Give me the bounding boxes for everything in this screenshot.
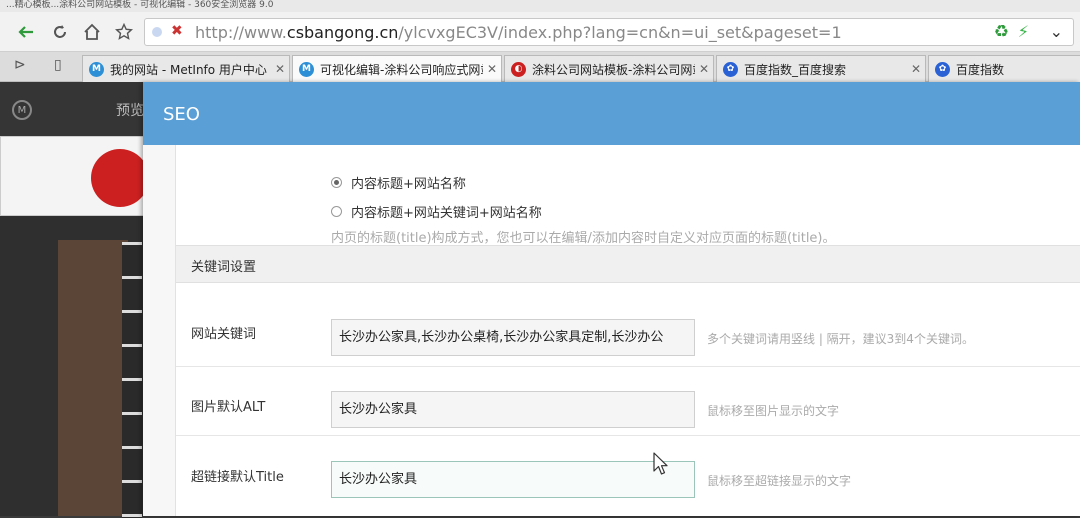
tab-label: 百度指数_百度搜索 — [744, 62, 847, 77]
close-icon[interactable]: ✕ — [907, 62, 925, 76]
url-text: http://www.csbangong.cn/ylcvxgEC3V/index… — [195, 23, 842, 42]
tab-label: 百度指数 — [956, 62, 1005, 77]
link-title-row: 超链接默认Title 长沙办公家具 鼠标移至超链接显示的文字 — [176, 436, 1080, 516]
home-button[interactable] — [80, 20, 104, 44]
keywords-input[interactable]: 长沙办公家具,长沙办公桌椅,长沙办公家具定制,长沙办公 — [331, 319, 695, 356]
tab-visual-edit[interactable]: M 可视化编辑-涂料公司响应式网站 ✕ — [292, 55, 502, 82]
favorite-button[interactable] — [112, 20, 136, 44]
radio-label: 内容标题+网站关键词+网站名称 — [351, 206, 542, 221]
window-title: ...精心模板...涂料公司网站模板 - 可视化编辑 - 360安全浏览器 9.… — [0, 0, 1080, 12]
tab-baidu-index-search[interactable]: ✿ 百度指数_百度搜索 ✕ — [716, 55, 926, 82]
refresh-button[interactable] — [48, 20, 72, 44]
tab-label: 我的网站 - MetInfo 用户中心 — [110, 62, 267, 77]
mouse-cursor-icon — [653, 452, 668, 475]
close-icon[interactable]: ✕ — [271, 62, 289, 76]
back-arrow-icon — [18, 26, 33, 38]
metinfo-logo-icon[interactable]: M — [12, 100, 32, 120]
link-title-input[interactable]: 长沙办公家具 — [331, 461, 695, 498]
seo-modal: SEO 内容标题+网站名称 内容标题+网站关键词+网站名称 内页的标题(titl… — [143, 82, 1080, 516]
radio-title-keywords-sitename[interactable]: 内容标题+网站关键词+网站名称 — [331, 202, 542, 221]
lightning-icon[interactable]: ⚡ — [1018, 22, 1029, 41]
close-icon[interactable]: ✕ — [483, 62, 501, 76]
image-alt-label: 图片默认ALT — [191, 400, 266, 415]
tab-my-site[interactable]: M 我的网站 - MetInfo 用户中心 ✕ — [82, 55, 290, 82]
sidebar-toggle-icon[interactable]: ⊳ — [14, 57, 26, 73]
title-hint: 内页的标题(title)构成方式，您也可以在编辑/添加内容时自定义对应页面的标题… — [331, 231, 836, 246]
chevron-down-icon[interactable]: ⌄ — [1050, 22, 1063, 41]
section-title: 关键词设置 — [191, 260, 257, 275]
background-editor: M 预览 — [0, 82, 149, 518]
image-alt-input[interactable]: 长沙办公家具 — [331, 391, 695, 428]
site-logo — [0, 136, 149, 216]
tab-bar: ⊳ ▯ M 我的网站 - MetInfo 用户中心 ✕ M 可视化编辑-涂料公司… — [0, 52, 1080, 82]
link-title-label: 超链接默认Title — [191, 470, 284, 485]
background-photo-shelf — [122, 242, 142, 518]
tab-label: 涂料公司网站模板-涂料公司网站 — [532, 62, 695, 77]
metinfo-icon: M — [89, 61, 104, 77]
back-button[interactable] — [14, 20, 38, 44]
metinfo-icon: M — [299, 61, 314, 77]
preview-link[interactable]: 预览 — [116, 100, 144, 120]
radio-unchecked-icon — [331, 206, 342, 217]
site-info-icon — [152, 27, 162, 37]
modal-header: SEO — [143, 82, 1080, 145]
navigation-bar: ✖ http://www.csbangong.cn/ylcvxgEC3V/ind… — [0, 12, 1080, 52]
tab-paint-template[interactable]: ◐ 涂料公司网站模板-涂料公司网站 ✕ — [504, 55, 714, 82]
image-alt-row: 图片默认ALT 长沙办公家具 鼠标移至图片显示的文字 — [176, 367, 1080, 436]
logo-emblem-icon — [91, 149, 149, 207]
address-bar[interactable]: ✖ http://www.csbangong.cn/ylcvxgEC3V/ind… — [144, 18, 1074, 46]
link-title-hint: 鼠标移至超链接显示的文字 — [707, 474, 852, 488]
mobile-icon[interactable]: ▯ — [54, 57, 62, 73]
keywords-hint: 多个关键词请用竖线 | 隔开，建议3到4个关键词。 — [707, 332, 974, 346]
radio-checked-icon — [331, 177, 342, 188]
swirl-icon: ◐ — [511, 61, 526, 77]
keyword-section-header: 关键词设置 — [176, 245, 1080, 283]
seo-settings-form: 内容标题+网站名称 内容标题+网站关键词+网站名称 内页的标题(title)构成… — [175, 145, 1080, 516]
modal-title: SEO — [163, 104, 200, 125]
image-alt-hint: 鼠标移至图片显示的文字 — [707, 404, 840, 418]
tab-baidu-index[interactable]: ✿ 百度指数 — [928, 55, 1080, 82]
radio-label: 内容标题+网站名称 — [351, 177, 466, 192]
baidu-paw-icon: ✿ — [723, 61, 738, 77]
home-icon — [84, 23, 100, 40]
recycle-icon[interactable]: ♻ — [994, 22, 1009, 42]
keywords-row: 网站关键词 长沙办公家具,长沙办公桌椅,长沙办公家具定制,长沙办公 多个关键词请… — [176, 283, 1080, 367]
radio-title-sitename[interactable]: 内容标题+网站名称 — [331, 173, 466, 192]
refresh-icon — [54, 25, 66, 38]
star-icon — [115, 23, 133, 40]
close-icon[interactable]: ✕ — [695, 62, 713, 76]
keywords-label: 网站关键词 — [191, 327, 257, 342]
insecure-lock-icon: ✖ — [171, 23, 183, 39]
background-photo — [58, 240, 128, 516]
tab-label: 可视化编辑-涂料公司响应式网站 — [320, 62, 483, 77]
baidu-paw-icon: ✿ — [935, 61, 950, 77]
